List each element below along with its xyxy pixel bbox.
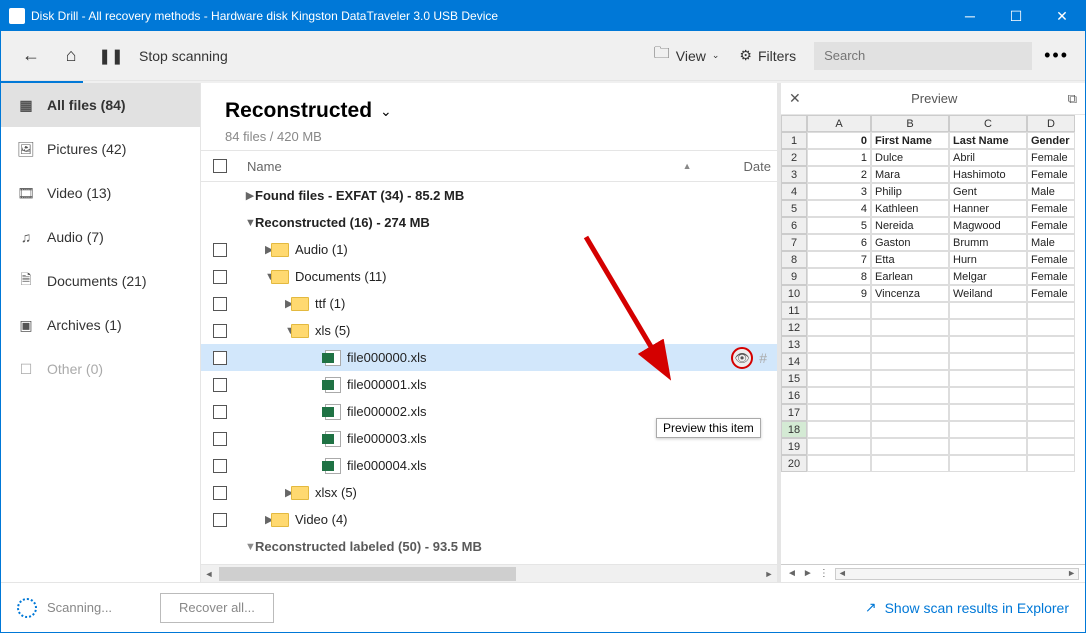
folder-icon: 🗀: [654, 42, 670, 69]
group-row-labeled[interactable]: ▼Reconstructed labeled (50) - 93.5 MB: [201, 533, 777, 560]
row-checkbox[interactable]: [213, 351, 227, 365]
minimize-button[interactable]: ─: [947, 1, 993, 31]
expand-icon[interactable]: ▶: [239, 513, 265, 526]
folder-icon: [271, 243, 289, 257]
annotation-arrow: [576, 227, 696, 407]
section-subheading: 84 files / 420 MB: [225, 129, 753, 144]
expand-icon[interactable]: ▶: [239, 486, 285, 499]
row-checkbox[interactable]: [213, 459, 227, 473]
preview-hscrollbar[interactable]: [835, 568, 1079, 580]
folder-icon: [271, 513, 289, 527]
file-list[interactable]: ▶Found files - EXFAT (34) - 85.2 MB ▼Rec…: [201, 182, 777, 564]
folder-icon: [291, 486, 309, 500]
show-in-explorer-link[interactable]: ↗ Show scan results in Explorer: [865, 599, 1069, 616]
xls-icon: [325, 431, 341, 447]
sidebar-item-all-files[interactable]: ▦All files (84): [1, 83, 200, 127]
more-menu-button[interactable]: •••: [1044, 45, 1069, 66]
folder-icon: [291, 324, 309, 338]
document-icon: 🗎: [17, 273, 35, 289]
preview-title: Preview: [801, 91, 1068, 106]
preview-button[interactable]: 👁: [731, 347, 753, 369]
popout-button[interactable]: ⧉: [1068, 91, 1077, 107]
column-date[interactable]: Date: [744, 159, 777, 174]
music-icon: ♫: [17, 229, 35, 245]
preview-footer: ◄►⋮: [781, 564, 1085, 582]
row-checkbox[interactable]: [213, 270, 227, 284]
spinner-icon: [17, 598, 37, 618]
close-button[interactable]: ✕: [1039, 1, 1085, 31]
row-checkbox[interactable]: [213, 324, 227, 338]
sidebar-item-archives[interactable]: ▣Archives (1): [1, 303, 200, 347]
column-name[interactable]: Name: [239, 159, 735, 174]
collapse-icon[interactable]: ▼: [239, 325, 285, 337]
xls-icon: [325, 350, 341, 366]
folder-icon: [271, 270, 289, 284]
filters-button[interactable]: ⚙ Filters: [739, 47, 796, 64]
row-checkbox[interactable]: [213, 486, 227, 500]
search-input[interactable]: [814, 42, 1032, 70]
app-icon: [9, 8, 25, 24]
window-title: Disk Drill - All recovery methods - Hard…: [31, 9, 498, 23]
row-checkbox[interactable]: [213, 243, 227, 257]
row-checkbox[interactable]: [213, 378, 227, 392]
select-all-checkbox[interactable]: [213, 159, 227, 173]
sidebar-item-video[interactable]: 🎞Video (13): [1, 171, 200, 215]
status-bar: Scanning... Recover all... ↗ Show scan r…: [1, 582, 1085, 632]
row-checkbox[interactable]: [213, 297, 227, 311]
toolbar: ← ⌂ ❚❚ Stop scanning 🗀 View ⌄ ⚙ Filters …: [1, 31, 1085, 81]
row-checkbox[interactable]: [213, 432, 227, 446]
collapse-icon[interactable]: ▼: [239, 271, 265, 283]
expand-icon[interactable]: ▶: [239, 297, 285, 310]
archive-icon: ▣: [17, 317, 35, 333]
preview-panel: ✕ Preview ⧉ 1234567891011121314151617181…: [777, 83, 1085, 582]
file-row[interactable]: file000004.xls: [201, 452, 777, 479]
xls-icon: [325, 458, 341, 474]
close-preview-button[interactable]: ✕: [789, 90, 801, 107]
row-checkbox[interactable]: [213, 405, 227, 419]
folder-icon: [291, 297, 309, 311]
hex-button[interactable]: #: [759, 350, 767, 366]
external-link-icon: ↗: [865, 599, 877, 616]
maximize-button[interactable]: ☐: [993, 1, 1039, 31]
horizontal-scrollbar[interactable]: ◄►: [201, 564, 777, 582]
folder-row-video[interactable]: ▶Video (4): [201, 506, 777, 533]
stop-scanning-button[interactable]: Stop scanning: [139, 48, 228, 64]
film-icon: 🎞: [17, 185, 35, 201]
scanning-status: Scanning...: [47, 600, 112, 615]
grid-icon: ▦: [17, 97, 35, 113]
recover-all-button[interactable]: Recover all...: [160, 593, 274, 623]
chevron-down-icon: ⌄: [380, 103, 392, 120]
expand-icon[interactable]: ▶: [239, 243, 265, 256]
row-checkbox[interactable]: [213, 513, 227, 527]
group-row-found[interactable]: ▶Found files - EXFAT (34) - 85.2 MB: [201, 182, 777, 209]
box-icon: ☐: [17, 361, 35, 377]
window-titlebar: Disk Drill - All recovery methods - Hard…: [1, 1, 1085, 31]
chevron-down-icon: ⌄: [712, 50, 720, 61]
section-heading[interactable]: Reconstructed ⌄: [225, 99, 392, 123]
folder-row-xlsx[interactable]: ▶xlsx (5): [201, 479, 777, 506]
column-headers: Name ▲ Date: [201, 150, 777, 182]
sidebar: ▦All files (84) 🖼Pictures (42) 🎞Video (1…: [1, 83, 201, 582]
xls-icon: [325, 404, 341, 420]
pause-button[interactable]: ❚❚: [95, 40, 127, 72]
sidebar-item-audio[interactable]: ♫Audio (7): [1, 215, 200, 259]
picture-icon: 🖼: [17, 141, 35, 157]
collapse-icon[interactable]: ▼: [239, 541, 255, 553]
sliders-icon: ⚙: [739, 47, 752, 64]
expand-icon[interactable]: ▶: [239, 189, 255, 202]
view-dropdown[interactable]: 🗀 View ⌄: [654, 42, 720, 69]
preview-tooltip: Preview this item: [656, 418, 761, 438]
back-button[interactable]: ←: [15, 40, 47, 72]
spreadsheet-preview[interactable]: 1234567891011121314151617181920 ABCD 0Fi…: [781, 115, 1085, 564]
sidebar-item-documents[interactable]: 🗎Documents (21): [1, 259, 200, 303]
sort-asc-icon: ▲: [683, 161, 692, 171]
collapse-icon[interactable]: ▼: [239, 217, 255, 229]
sidebar-item-other[interactable]: ☐Other (0): [1, 347, 200, 391]
home-button[interactable]: ⌂: [55, 40, 87, 72]
sidebar-item-pictures[interactable]: 🖼Pictures (42): [1, 127, 200, 171]
xls-icon: [325, 377, 341, 393]
file-list-panel: Reconstructed ⌄ 84 files / 420 MB Name ▲…: [201, 83, 777, 582]
